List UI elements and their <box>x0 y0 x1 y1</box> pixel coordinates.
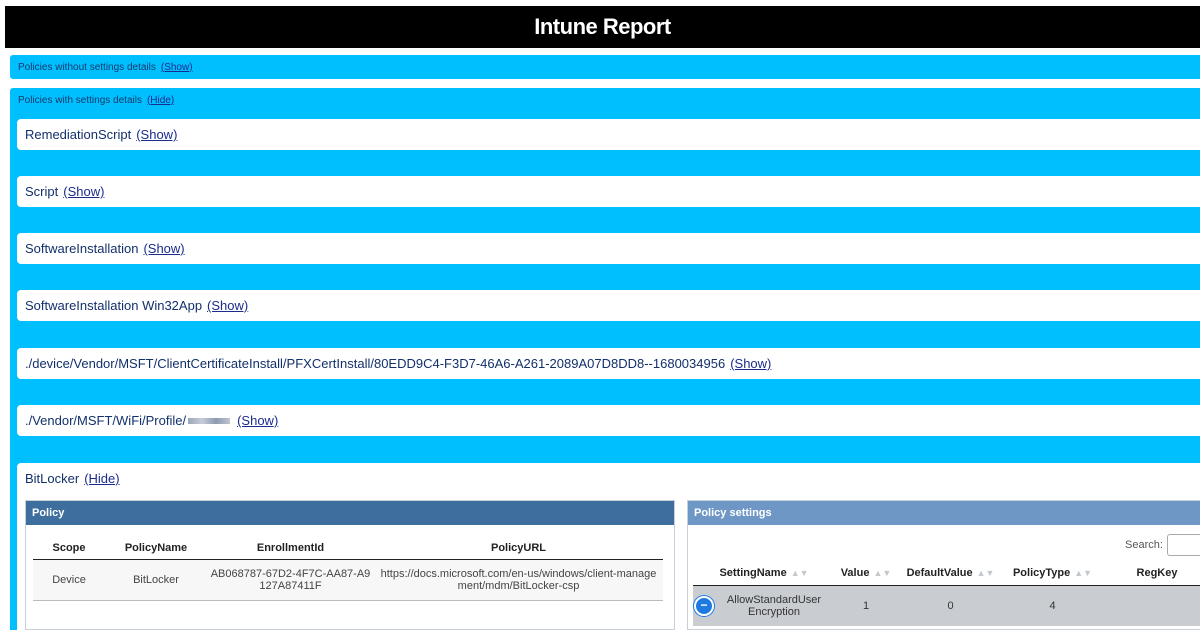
col-regkey-label: RegKey <box>1136 567 1178 579</box>
col-settingname[interactable]: SettingName ▲▼ <box>693 561 835 586</box>
row-label: BitLocker <box>25 471 80 486</box>
policy-table: Scope PolicyName EnrollmentId PolicyURL … <box>33 537 663 601</box>
cell-policytype: 4 <box>1004 585 1101 626</box>
row-label: SoftwareInstallation <box>25 241 139 256</box>
row-toggle[interactable]: (Show) <box>136 127 177 142</box>
policy-table-box: Policy Scope PolicyName EnrollmentId Pol… <box>25 500 675 630</box>
cell-policyname: BitLocker <box>105 559 207 601</box>
row-bitlocker: BitLocker (Hide) <box>17 463 1200 494</box>
row-toggle[interactable]: (Hide) <box>84 471 119 486</box>
sort-icon: ▲▼ <box>873 568 892 578</box>
cell-enrollmentid: AB068787-67D2-4F7C-AA87-A9 127A87411F <box>207 559 374 601</box>
policy-settings-header: Policy settings <box>688 501 1200 525</box>
cell-defaultvalue: 0 <box>897 585 1004 626</box>
row-label: ./device/Vendor/MSFT/ClientCertificateIn… <box>25 356 726 371</box>
row-label: ./Vendor/MSFT/WiFi/Profile/ <box>25 413 187 428</box>
row-toggle[interactable]: (Show) <box>63 184 104 199</box>
section-with-toggle[interactable]: (Hide) <box>147 95 174 106</box>
row-toggle[interactable]: (Show) <box>237 413 278 428</box>
search-label: Search: <box>1125 539 1163 551</box>
setting-name-line1: AllowStandardUser <box>726 594 822 606</box>
row-toggle[interactable]: (Show) <box>207 298 248 313</box>
table-row: − AllowStandardUser Encryption 1 0 4 <box>693 585 1200 626</box>
table-row: Device BitLocker AB068787-67D2-4F7C-AA87… <box>33 559 663 601</box>
col-regkey[interactable]: RegKey <box>1101 561 1200 586</box>
report-title-bar: Intune Report <box>5 6 1200 48</box>
col-policyurl: PolicyURL <box>374 537 663 560</box>
section-without-toggle[interactable]: (Show) <box>161 62 193 73</box>
col-policytype-label: PolicyType <box>1012 567 1071 579</box>
row-wifi-profile: ./Vendor/MSFT/WiFi/Profile/ (Show) <box>17 405 1200 436</box>
policy-table-header: Policy <box>26 501 674 525</box>
row-software-installation-win32: SoftwareInstallation Win32App (Show) <box>17 290 1200 321</box>
row-toggle[interactable]: (Show) <box>730 356 771 371</box>
search-area: Search: <box>1125 534 1200 556</box>
row-script: Script (Show) <box>17 176 1200 207</box>
section-without-label: Policies without settings details <box>18 61 156 73</box>
sort-icon: ▲▼ <box>1074 568 1093 578</box>
col-policytype[interactable]: PolicyType ▲▼ <box>1004 561 1101 586</box>
enrollment-line2: 127A87411F <box>259 580 322 592</box>
col-defaultvalue-label: DefaultValue <box>906 567 973 579</box>
minus-circle-icon[interactable]: − <box>694 596 714 616</box>
col-value-label: Value <box>840 567 870 579</box>
row-label: RemediationScript <box>25 127 132 142</box>
setting-name-line2: Encryption <box>748 606 800 618</box>
col-policyname: PolicyName <box>105 537 207 560</box>
search-input[interactable] <box>1166 534 1200 556</box>
enrollment-line1: AB068787-67D2-4F7C-AA87-A9 <box>210 568 371 580</box>
col-enrollmentid: EnrollmentId <box>207 537 374 560</box>
col-defaultvalue[interactable]: DefaultValue ▲▼ <box>897 561 1004 586</box>
row-label: SoftwareInstallation Win32App <box>25 298 203 313</box>
page-title: Intune Report <box>534 14 671 39</box>
cell-scope: Device <box>33 559 105 601</box>
section-with-label: Policies with settings details <box>18 94 142 106</box>
row-remediation-script: RemediationScript (Show) <box>17 119 1200 150</box>
redacted-profile-name <box>188 417 231 424</box>
settings-table: SettingName ▲▼ Value ▲▼ DefaultValue ▲▼ Pol… <box>693 561 1200 626</box>
cell-settingname: − AllowStandardUser Encryption <box>693 585 835 626</box>
row-software-installation: SoftwareInstallation (Show) <box>17 233 1200 264</box>
section-with-header: Policies with settings details (Hide) <box>10 89 1200 111</box>
url-line1: https://docs.microsoft.com/en-us/windows… <box>380 568 657 580</box>
col-settingname-label: SettingName <box>719 567 787 579</box>
sort-icon: ▲▼ <box>976 568 995 578</box>
cell-value: 1 <box>835 585 897 626</box>
col-scope: Scope <box>33 537 105 560</box>
row-toggle[interactable]: (Show) <box>143 241 184 256</box>
cell-policyurl: https://docs.microsoft.com/en-us/windows… <box>374 559 663 601</box>
policy-settings-box: Policy settings Search: SettingName ▲▼ Va… <box>687 500 1200 630</box>
row-pfx-cert-install: ./device/Vendor/MSFT/ClientCertificateIn… <box>17 348 1200 379</box>
col-value[interactable]: Value ▲▼ <box>835 561 897 586</box>
url-line2: ment/mdm/BitLocker-csp <box>457 580 580 592</box>
sort-icon: ▲▼ <box>790 568 809 578</box>
row-label: Script <box>25 184 59 199</box>
section-without-details: Policies without settings details (Show) <box>10 55 1200 79</box>
cell-regkey <box>1101 585 1200 626</box>
